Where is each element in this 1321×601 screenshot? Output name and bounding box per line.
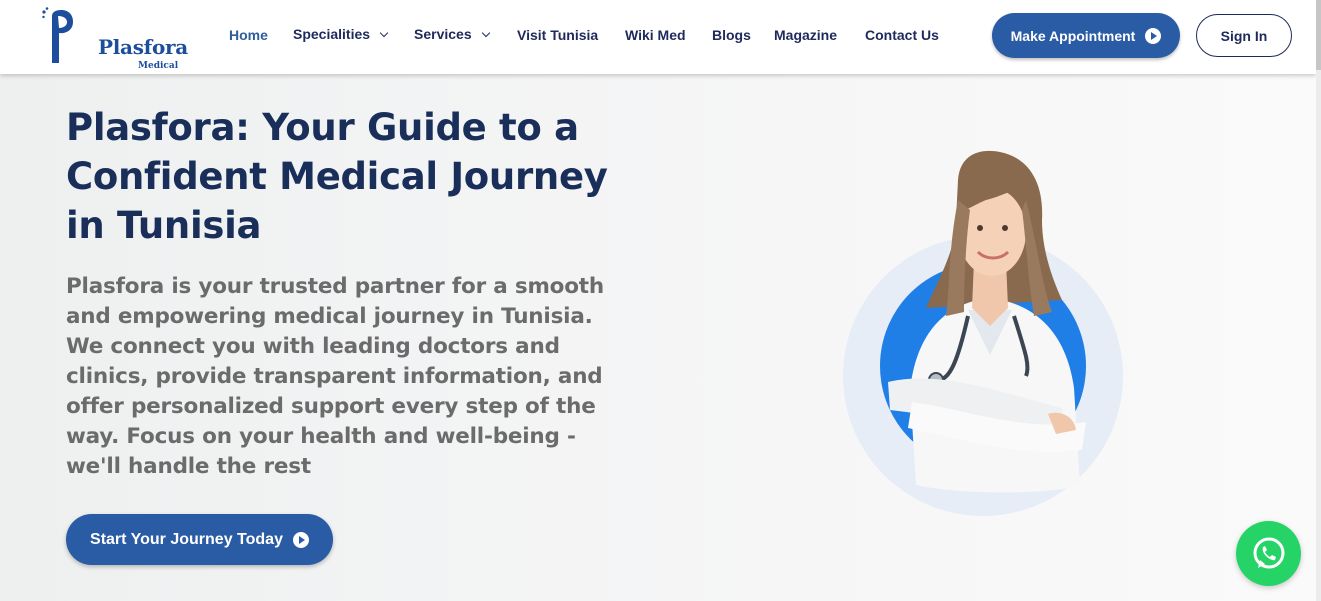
whatsapp-button[interactable] xyxy=(1236,521,1301,586)
nav-magazine[interactable]: Magazine xyxy=(774,27,837,43)
nav-contact-us[interactable]: Contact Us xyxy=(865,27,939,43)
logo[interactable]: Plasfora Medical xyxy=(40,6,188,71)
site-header: Plasfora Medical Home Specialities Servi… xyxy=(0,0,1316,74)
chevron-down-icon xyxy=(481,28,490,38)
scrollbar-track[interactable] xyxy=(1316,0,1321,601)
nav-blogs[interactable]: Blogs xyxy=(712,27,751,43)
nav-visit-tunisia[interactable]: Visit Tunisia xyxy=(517,27,598,43)
scrollbar-thumb[interactable] xyxy=(1316,0,1321,70)
nav-specialities-label: Specialities xyxy=(293,26,371,42)
hero-title: Plasfora: Your Guide to a Confident Medi… xyxy=(66,106,608,247)
start-journey-button[interactable]: Start Your Journey Today xyxy=(66,514,333,565)
doctor-portrait-image xyxy=(830,140,1150,530)
make-appointment-label: Make Appointment xyxy=(1010,27,1136,44)
play-circle-icon xyxy=(1145,27,1162,44)
nav-specialities[interactable]: Specialities xyxy=(293,26,389,42)
brand-subtitle: Medical xyxy=(138,61,179,71)
nav-home[interactable]: Home xyxy=(229,27,268,43)
hero-description: Plasfora is your trusted partner for a s… xyxy=(66,274,604,479)
chevron-down-icon xyxy=(379,28,389,38)
nav-wiki-med[interactable]: Wiki Med xyxy=(625,27,686,43)
nav-services-label: Services xyxy=(414,26,472,42)
nav-services[interactable]: Services xyxy=(414,26,490,42)
whatsapp-icon xyxy=(1253,537,1284,568)
start-journey-label: Start Your Journey Today xyxy=(90,530,283,548)
make-appointment-button[interactable]: Make Appointment xyxy=(992,13,1180,58)
play-circle-icon xyxy=(292,531,309,548)
sign-in-button[interactable]: Sign In xyxy=(1196,14,1292,57)
brand-name: Plasfora xyxy=(98,35,188,59)
